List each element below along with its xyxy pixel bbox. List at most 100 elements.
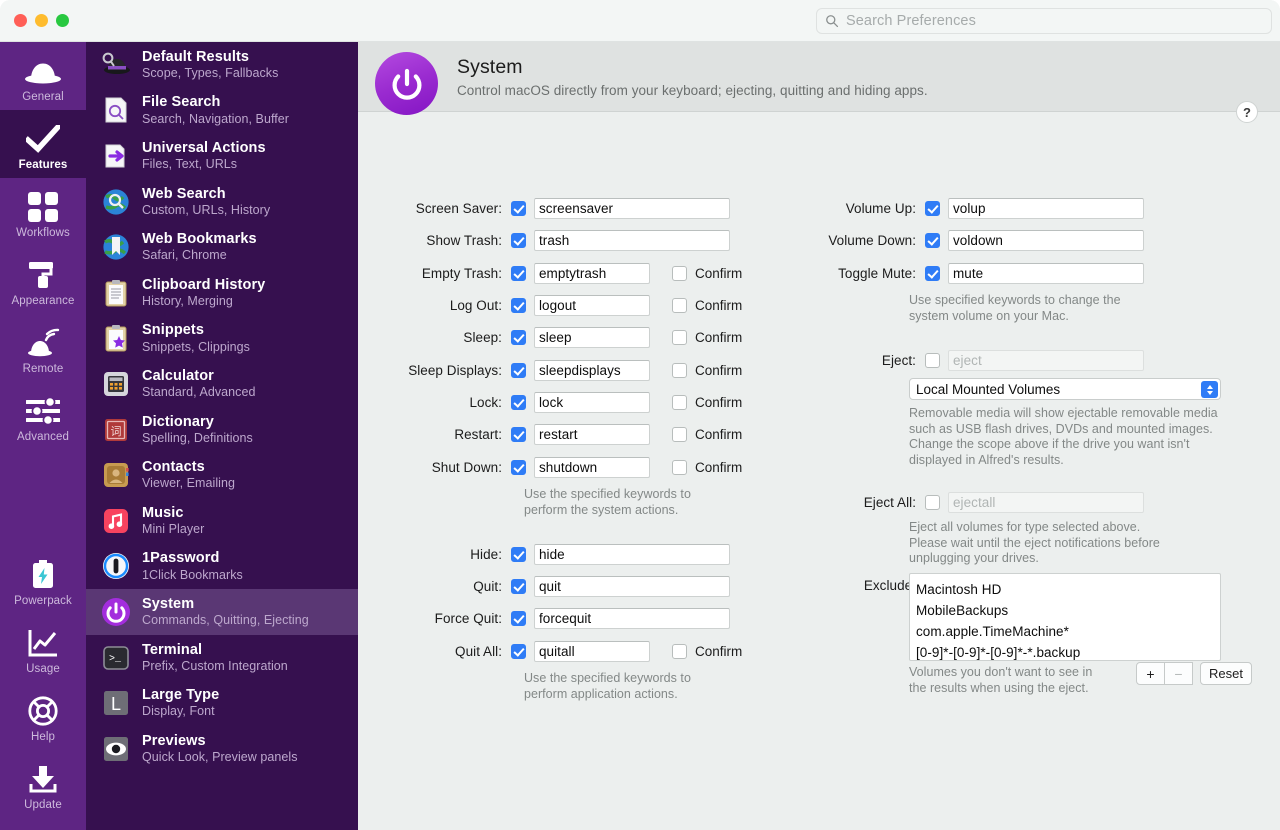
feature-item-system[interactable]: System Commands, Quitting, Ejecting [86, 589, 358, 635]
lock-confirm-checkbox[interactable] [672, 395, 687, 410]
quit-all-enable-checkbox[interactable] [511, 644, 526, 659]
rail-item-advanced[interactable]: Advanced [0, 382, 86, 450]
feature-title: 1Password [142, 550, 220, 567]
restart-keyword-input[interactable]: restart [534, 424, 650, 445]
feature-item-clipboard-history[interactable]: Clipboard History History, Merging [86, 270, 358, 316]
volume-up-enable-checkbox[interactable] [925, 201, 940, 216]
screen-saver-keyword-input[interactable]: screensaver [534, 198, 730, 219]
minimize-window-button[interactable] [35, 14, 48, 27]
search-preferences-field[interactable]: Search Preferences [816, 8, 1272, 34]
feature-item-1password[interactable]: 1Password 1Click Bookmarks [86, 544, 358, 590]
eject-all-keyword-input[interactable]: ejectall [948, 492, 1144, 513]
feature-text: Web Search Custom, URLs, History [142, 186, 270, 218]
eject-enable-checkbox[interactable] [925, 353, 940, 368]
quit-keyword-input[interactable]: quit [534, 576, 730, 597]
toggle-mute-enable-checkbox[interactable] [925, 266, 940, 281]
traffic-lights [14, 14, 69, 27]
list-item[interactable]: MobileBackups [916, 600, 1220, 621]
sleep-keyword-input[interactable]: sleep [534, 327, 650, 348]
sleep-enable-checkbox[interactable] [511, 330, 526, 345]
svg-text:>_: >_ [109, 654, 122, 665]
list-item[interactable]: [0-9]*-[0-9]*-[0-9]*-*.backup [916, 642, 1220, 660]
feature-item-universal-actions[interactable]: Universal Actions Files, Text, URLs [86, 133, 358, 179]
lock-enable-checkbox[interactable] [511, 395, 526, 410]
feature-item-large-type[interactable]: L Large Type Display, Font [86, 680, 358, 726]
confirm-label: Confirm [695, 363, 743, 378]
empty-trash-confirm-checkbox[interactable] [672, 266, 687, 281]
quit-all-keyword-input[interactable]: quitall [534, 641, 650, 662]
show-trash-keyword-input[interactable]: trash [534, 230, 730, 251]
rail-item-workflows[interactable]: Workflows [0, 178, 86, 246]
force-quit-keyword-input[interactable]: forcequit [534, 608, 730, 629]
restart-enable-checkbox[interactable] [511, 427, 526, 442]
list-item[interactable]: Macintosh HD [916, 579, 1220, 600]
feature-item-snippets[interactable]: Snippets Snippets, Clippings [86, 316, 358, 362]
feature-item-previews[interactable]: Previews Quick Look, Preview panels [86, 726, 358, 772]
sleep-confirm-checkbox[interactable] [672, 330, 687, 345]
remove-exclusion-button[interactable]: − [1164, 662, 1193, 685]
eject-keyword-input[interactable]: eject [948, 350, 1144, 371]
feature-item-web-search[interactable]: Web Search Custom, URLs, History [86, 179, 358, 225]
quit-all-confirm-checkbox[interactable] [672, 644, 687, 659]
feature-item-calculator[interactable]: Calculator Standard, Advanced [86, 361, 358, 407]
hide-enable-checkbox[interactable] [511, 547, 526, 562]
shut-down-keyword-input[interactable]: shutdown [534, 457, 650, 478]
empty-trash-enable-checkbox[interactable] [511, 266, 526, 281]
rail-item-help[interactable]: Help [0, 682, 86, 750]
volume-down-keyword-input[interactable]: voldown [948, 230, 1144, 251]
eject-all-hint: Eject all volumes for type selected abov… [909, 520, 1160, 566]
volume-down-enable-checkbox[interactable] [925, 233, 940, 248]
feature-text: Snippets Snippets, Clippings [142, 322, 250, 354]
list-item[interactable]: com.apple.TimeMachine* [916, 621, 1220, 642]
hide-keyword-input[interactable]: hide [534, 544, 730, 565]
feature-item-terminal[interactable]: >_ Terminal Prefix, Custom Integration [86, 635, 358, 681]
empty-trash-keyword-input[interactable]: emptytrash [534, 263, 650, 284]
restart-confirm-checkbox[interactable] [672, 427, 687, 442]
quit-enable-checkbox[interactable] [511, 579, 526, 594]
shut-down-confirm-checkbox[interactable] [672, 460, 687, 475]
eject-all-enable-checkbox[interactable] [925, 495, 940, 510]
rail-item-appearance[interactable]: Appearance [0, 246, 86, 314]
log-out-enable-checkbox[interactable] [511, 298, 526, 313]
feature-item-default-results[interactable]: Default Results Scope, Types, Fallbacks [86, 42, 358, 88]
zoom-window-button[interactable] [56, 14, 69, 27]
exclude-volumes-list[interactable]: Macintosh HD MobileBackups com.apple.Tim… [909, 573, 1221, 661]
sleep-displays-confirm-checkbox[interactable] [672, 363, 687, 378]
rail-item-update[interactable]: Update [0, 750, 86, 818]
feature-item-file-search[interactable]: File Search Search, Navigation, Buffer [86, 88, 358, 134]
feature-subtitle: Files, Text, URLs [142, 157, 238, 172]
feature-item-web-bookmarks[interactable]: Web Bookmarks Safari, Chrome [86, 224, 358, 270]
add-exclusion-button[interactable]: + [1136, 662, 1165, 685]
shut-down-enable-checkbox[interactable] [511, 460, 526, 475]
feature-subtitle: Scope, Types, Fallbacks [142, 65, 279, 80]
confirm-label: Confirm [695, 427, 743, 442]
rail-item-general[interactable]: General [0, 42, 86, 110]
rail-item-usage[interactable]: Usage [0, 614, 86, 682]
screen-saver-enable-checkbox[interactable] [511, 201, 526, 216]
feature-subtitle: Mini Player [142, 521, 205, 536]
force-quit-enable-checkbox[interactable] [511, 611, 526, 626]
show-trash-enable-checkbox[interactable] [511, 233, 526, 248]
close-window-button[interactable] [14, 14, 27, 27]
sleep-displays-keyword-input[interactable]: sleepdisplays [534, 360, 650, 381]
search-icon [826, 15, 839, 28]
reset-exclusions-button[interactable]: Reset [1200, 662, 1252, 685]
feature-title: Web Bookmarks [142, 231, 257, 248]
rail-item-features[interactable]: Features [0, 110, 86, 178]
volume-up-keyword-input[interactable]: volup [948, 198, 1144, 219]
rail-label: Update [24, 798, 62, 811]
toggle-mute-keyword-input[interactable]: mute [948, 263, 1144, 284]
eject-scope-dropdown[interactable]: Local Mounted Volumes [909, 378, 1221, 400]
log-out-keyword-input[interactable]: logout [534, 295, 650, 316]
large-type-l-icon: L [101, 688, 131, 718]
rail-item-powerpack[interactable]: Powerpack [0, 546, 86, 614]
feature-item-dictionary[interactable]: 词 Dictionary Spelling, Definitions [86, 407, 358, 453]
feature-text: Calculator Standard, Advanced [142, 368, 256, 400]
sleep-displays-enable-checkbox[interactable] [511, 363, 526, 378]
feature-item-music[interactable]: Music Mini Player [86, 498, 358, 544]
lock-keyword-input[interactable]: lock [534, 392, 650, 413]
feature-item-contacts[interactable]: Contacts Viewer, Emailing [86, 452, 358, 498]
log-out-confirm-checkbox[interactable] [672, 298, 687, 313]
rail-item-remote[interactable]: Remote [0, 314, 86, 382]
feature-subtitle: Search, Navigation, Buffer [142, 111, 289, 126]
